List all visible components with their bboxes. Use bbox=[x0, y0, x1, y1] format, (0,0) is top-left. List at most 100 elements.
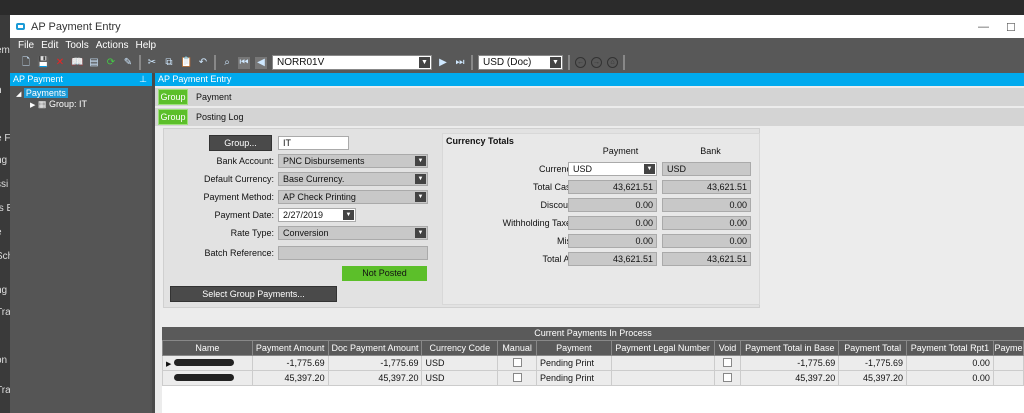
chevron-down-icon[interactable]: ▼ bbox=[415, 174, 426, 184]
collapse-icon[interactable]: ◢ bbox=[16, 91, 21, 98]
home-icon[interactable]: ⌂ bbox=[607, 57, 618, 68]
background-text: Tra bbox=[0, 385, 10, 396]
table-row[interactable]: ▶ -1,775.69 -1,775.69 USD Pending Print -1,7… bbox=[162, 355, 1024, 371]
table-row[interactable]: 45,397.20 45,397.20 USD Pending Print 45,397… bbox=[162, 370, 1024, 386]
void-cell bbox=[713, 370, 742, 386]
field-paymentmethod[interactable]: AP Check Printing ▼ bbox=[278, 190, 428, 204]
field-label: Batch Reference: bbox=[204, 248, 274, 258]
chevron-down-icon[interactable]: ▼ bbox=[415, 192, 426, 202]
group-input[interactable]: IT bbox=[278, 136, 349, 150]
last-record-icon[interactable]: ⏭ bbox=[454, 57, 466, 69]
currency-totals-panel: Currency Totals Payment Bank Currency: US… bbox=[442, 133, 760, 305]
void-checkbox[interactable] bbox=[723, 372, 732, 382]
column-header[interactable]: Currency Code bbox=[421, 340, 499, 356]
field-label: Bank Account: bbox=[216, 156, 274, 166]
column-header[interactable]: Payme bbox=[992, 340, 1024, 356]
record-selector[interactable]: NORR01V ▼ bbox=[272, 55, 432, 70]
column-header[interactable]: Payment Total in Base bbox=[740, 340, 840, 356]
void-checkbox[interactable] bbox=[723, 357, 732, 367]
paste-icon[interactable]: 📋 bbox=[180, 57, 192, 69]
minimize-button[interactable]: — bbox=[978, 21, 989, 33]
back-icon[interactable]: ← bbox=[575, 57, 586, 68]
column-header[interactable]: Payment bbox=[536, 340, 612, 356]
void-cell bbox=[713, 355, 742, 371]
chevron-down-icon[interactable]: ▼ bbox=[419, 57, 430, 68]
pin-icon[interactable]: ⊥ bbox=[139, 73, 147, 86]
chevron-down-icon[interactable]: ▼ bbox=[550, 57, 561, 68]
total-cell: -1,775.69 bbox=[838, 355, 908, 371]
desktop-background bbox=[0, 0, 1024, 15]
grid-title: Current Payments In Process bbox=[162, 327, 1024, 340]
title-bar: AP Payment Entry — ☐ bbox=[10, 15, 1024, 38]
maximize-button[interactable]: ☐ bbox=[1006, 21, 1016, 34]
column-header[interactable]: Payment Total bbox=[838, 340, 908, 356]
background-text: n bbox=[0, 85, 2, 96]
group-row-payment[interactable]: Group Payment bbox=[155, 88, 1024, 106]
menu-tools[interactable]: Tools bbox=[65, 40, 88, 51]
bank-column-header: Bank bbox=[700, 146, 721, 156]
manual-checkbox[interactable] bbox=[512, 372, 522, 382]
total-label: Currency: bbox=[538, 164, 578, 174]
field-bankaccount[interactable]: PNC Disbursements ▼ bbox=[278, 154, 428, 168]
column-header[interactable]: Doc Payment Amount bbox=[327, 340, 423, 356]
tree-item-payments[interactable]: Payments bbox=[23, 88, 68, 98]
forward-icon[interactable]: → bbox=[591, 57, 602, 68]
attach-icon[interactable]: ▤ bbox=[88, 57, 100, 69]
column-header[interactable]: Manual bbox=[497, 340, 537, 356]
manual-cell bbox=[497, 355, 537, 371]
field-value: AP Check Printing bbox=[283, 192, 356, 202]
cut-icon[interactable]: ✂ bbox=[146, 57, 158, 69]
tree-item-group[interactable]: Group: IT bbox=[49, 99, 87, 109]
overflow-cell bbox=[992, 370, 1024, 386]
app-window: AP Payment Entry — ☐ File Edit Tools Act… bbox=[10, 15, 1024, 413]
field-batchreference[interactable] bbox=[278, 246, 428, 260]
save-icon[interactable]: 💾 bbox=[37, 57, 49, 69]
toolbar: 🗋 💾 ✕ 📖 ▤ ⟳ ✎ ✂ ⧉ 📋 ↶ ⌕ ⏮ ◀ NORR01V ▼ ▶ ⏭… bbox=[10, 52, 1024, 73]
field-label: Payment Method: bbox=[203, 192, 274, 202]
copy-icon[interactable]: ⧉ bbox=[163, 57, 175, 69]
book-icon[interactable]: 📖 bbox=[71, 57, 83, 69]
menu-actions[interactable]: Actions bbox=[96, 40, 129, 51]
field-defaultcurrency[interactable]: Base Currency. ▼ bbox=[278, 172, 428, 186]
payment-currency[interactable]: USD ▼ bbox=[568, 162, 657, 176]
column-header[interactable]: Payment Legal Number bbox=[610, 340, 715, 356]
menu-help[interactable]: Help bbox=[136, 40, 157, 51]
column-header[interactable]: Payment Amount bbox=[251, 340, 329, 356]
manual-checkbox[interactable] bbox=[512, 357, 522, 367]
undo-icon[interactable]: ↶ bbox=[197, 57, 209, 69]
prev-record-icon[interactable]: ◀ bbox=[255, 56, 267, 69]
column-header[interactable]: Void bbox=[713, 340, 742, 356]
rpt1-cell: 0.00 bbox=[906, 355, 994, 371]
chevron-down-icon[interactable]: ▼ bbox=[644, 164, 655, 174]
eraser-icon[interactable]: ✎ bbox=[122, 57, 134, 69]
menu-edit[interactable]: Edit bbox=[41, 40, 58, 51]
field-paymentdate[interactable]: 2/27/2019 ▼ bbox=[278, 208, 356, 222]
column-header[interactable]: Payment Total Rpt1 bbox=[906, 340, 994, 356]
legal-cell bbox=[610, 370, 715, 386]
chevron-down-icon[interactable]: ▼ bbox=[415, 228, 426, 238]
column-header[interactable]: Name bbox=[162, 340, 253, 356]
payment-discount: 0.00 bbox=[568, 198, 657, 212]
first-record-icon[interactable]: ⏮ bbox=[238, 56, 250, 69]
field-ratetype[interactable]: Conversion ▼ bbox=[278, 226, 428, 240]
group-button[interactable]: Group... bbox=[209, 135, 272, 151]
group-badge[interactable]: Group bbox=[158, 89, 188, 105]
menu-file[interactable]: File bbox=[18, 40, 34, 51]
chevron-down-icon[interactable]: ▼ bbox=[343, 210, 354, 220]
rpt1-cell: 0.00 bbox=[906, 370, 994, 386]
main-panel: AP Payment Entry Group Payment Group Posti… bbox=[155, 73, 1024, 413]
next-record-icon[interactable]: ▶ bbox=[437, 57, 449, 69]
group-badge[interactable]: Group bbox=[158, 109, 188, 125]
refresh-icon[interactable]: ⟳ bbox=[105, 57, 117, 69]
bank-withholdingtaxes: 0.00 bbox=[662, 216, 751, 230]
chevron-down-icon[interactable]: ▼ bbox=[415, 156, 426, 166]
group-row-posting-log[interactable]: Group Posting Log bbox=[155, 108, 1024, 126]
currency-view-selector[interactable]: USD (Doc) ▼ bbox=[478, 55, 563, 70]
delete-icon[interactable]: ✕ bbox=[54, 57, 66, 69]
field-label: Default Currency: bbox=[203, 174, 274, 184]
sidebar-header: AP Payment ⊥ bbox=[10, 73, 152, 86]
binoculars-icon[interactable]: ⌕ bbox=[221, 57, 233, 69]
expand-icon[interactable]: ▶ bbox=[30, 102, 35, 109]
select-group-payments-button[interactable]: Select Group Payments... bbox=[170, 286, 337, 302]
new-icon[interactable]: 🗋 bbox=[20, 57, 32, 69]
